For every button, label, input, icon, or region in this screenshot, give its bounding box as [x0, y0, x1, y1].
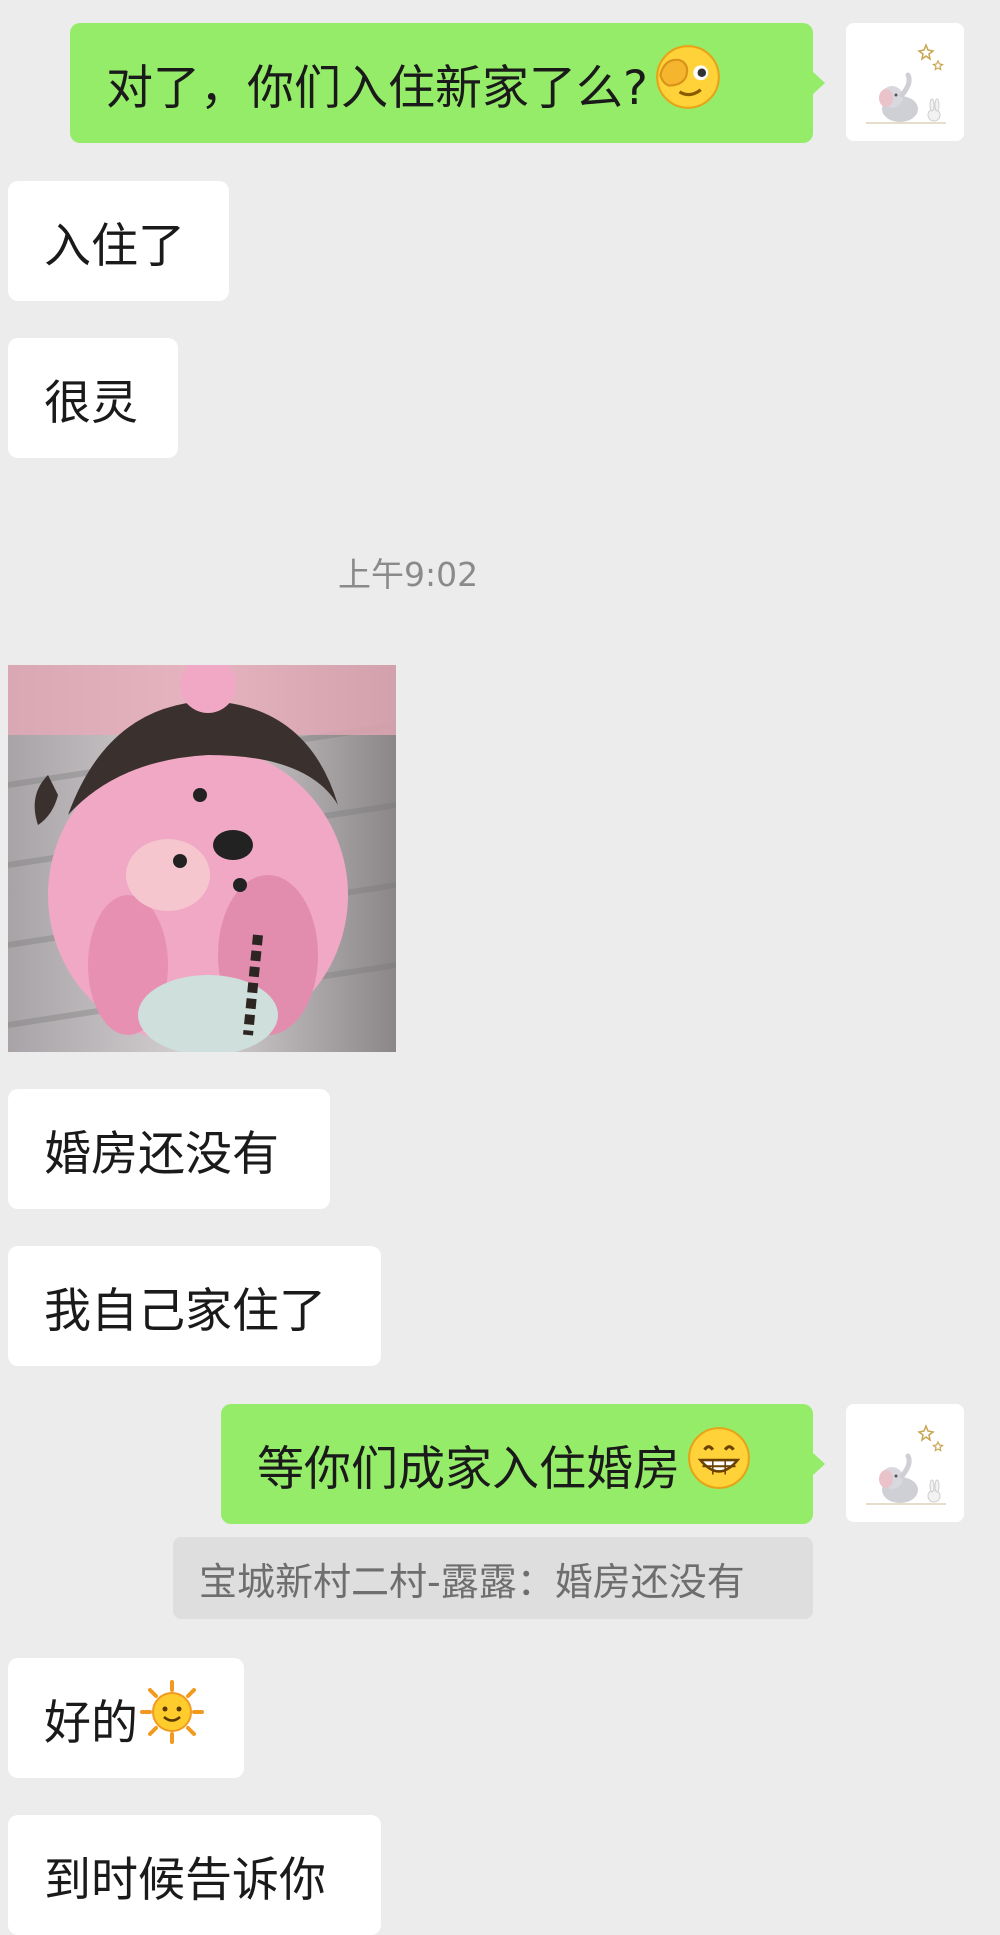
- my-avatar[interactable]: [846, 23, 964, 141]
- face-with-hand-over-eye-icon: [654, 43, 722, 123]
- message-text: 很灵: [44, 375, 138, 431]
- incoming-message-bubble[interactable]: 很灵: [8, 338, 178, 458]
- pink-cartoon-beaver-sticker-icon: [8, 665, 396, 1052]
- message-text: 对了，你们入住新家了么?: [106, 60, 648, 116]
- message-timestamp: 上午9:02: [338, 555, 479, 594]
- sticker-message[interactable]: [8, 665, 396, 1052]
- message-text: 等你们成家入住婚房: [257, 1441, 680, 1497]
- incoming-message-bubble[interactable]: 好的: [8, 1658, 244, 1778]
- my-avatar[interactable]: [846, 1404, 964, 1522]
- outgoing-message-bubble[interactable]: 等你们成家入住婚房: [221, 1404, 825, 1524]
- sun-with-face-icon: [140, 1680, 204, 1756]
- message-text: 婚房还没有: [44, 1126, 279, 1182]
- incoming-message-bubble[interactable]: 我自己家住了: [8, 1246, 381, 1366]
- message-text: 好的: [44, 1695, 138, 1751]
- message-text: 入住了: [44, 218, 185, 274]
- incoming-message-bubble[interactable]: 到时候告诉你: [8, 1815, 381, 1935]
- elephant-and-stars-avatar-icon: [846, 23, 964, 141]
- quoted-message[interactable]: 宝城新村二村-露露：婚房还没有: [173, 1537, 813, 1619]
- incoming-message-bubble[interactable]: 婚房还没有: [8, 1089, 330, 1209]
- message-text: 我自己家住了: [44, 1283, 326, 1339]
- message-text: 到时候告诉你: [44, 1852, 326, 1908]
- grinning-face-icon: [686, 1425, 752, 1503]
- incoming-message-bubble[interactable]: 入住了: [8, 181, 229, 301]
- quoted-message-text: 宝城新村二村-露露：婚房还没有: [199, 1559, 745, 1604]
- outgoing-message-bubble[interactable]: 对了，你们入住新家了么?: [70, 23, 825, 143]
- elephant-and-stars-avatar-icon: [846, 1404, 964, 1522]
